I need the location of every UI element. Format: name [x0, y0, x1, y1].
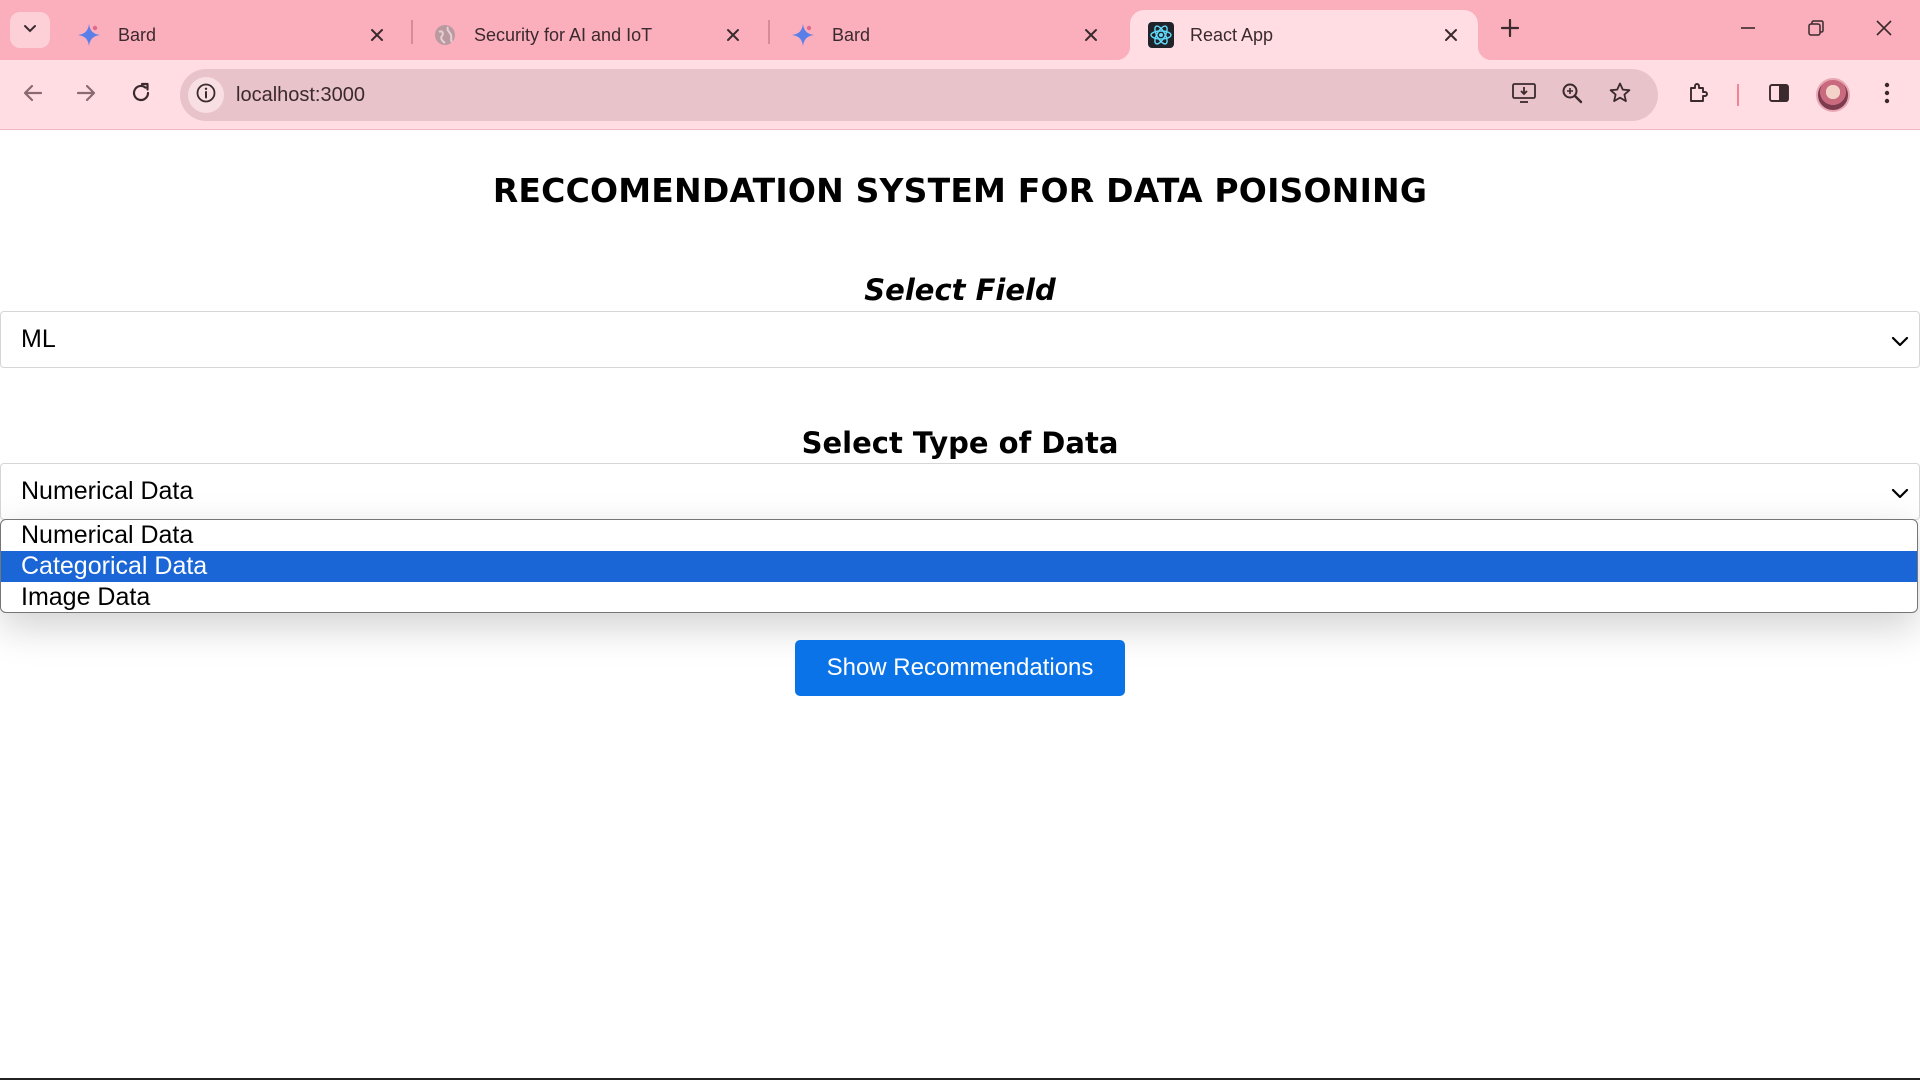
tab-security-ai-iot[interactable]: Security for AI and IoT	[414, 10, 760, 60]
close-icon[interactable]	[1436, 20, 1466, 50]
close-icon[interactable]	[718, 20, 748, 50]
restore-button[interactable]	[1786, 8, 1846, 52]
url-text[interactable]: localhost:3000	[236, 69, 365, 121]
puzzle-icon	[1687, 81, 1711, 110]
menu-button[interactable]	[1866, 74, 1908, 116]
close-icon[interactable]	[1076, 20, 1106, 50]
install-app-button[interactable]	[1506, 77, 1542, 113]
globe-icon	[432, 22, 458, 48]
data-type-dropdown-list: Numerical Data Categorical Data Image Da…	[0, 519, 1918, 613]
data-type-select-value: Numerical Data	[21, 477, 194, 505]
field-select[interactable]: ML	[0, 311, 1920, 368]
star-icon	[1608, 81, 1632, 110]
select-field-label: Select Field	[864, 273, 1056, 307]
page-content: RECCOMENDATION SYSTEM FOR DATA POISONING…	[0, 131, 1920, 1080]
minimize-button[interactable]	[1718, 8, 1778, 52]
site-info-button[interactable]	[188, 77, 224, 113]
minimize-icon	[1739, 19, 1757, 42]
zoom-icon	[1560, 81, 1584, 110]
tab-title: Security for AI and IoT	[474, 24, 653, 45]
page-title: RECCOMENDATION SYSTEM FOR DATA POISONING	[492, 171, 1428, 210]
option-categorical-data[interactable]: Categorical Data	[1, 551, 1917, 582]
bookmark-button[interactable]	[1602, 77, 1638, 113]
install-icon	[1511, 81, 1537, 110]
chevron-down-icon	[22, 20, 38, 41]
back-button[interactable]	[12, 74, 54, 116]
zoom-button[interactable]	[1554, 77, 1590, 113]
tab-bard-2[interactable]: Bard	[772, 10, 1118, 60]
new-tab-button[interactable]	[1492, 12, 1528, 48]
option-image-data[interactable]: Image Data	[1, 582, 1917, 612]
toolbar-divider	[1737, 84, 1739, 106]
close-window-button[interactable]	[1854, 8, 1914, 52]
arrow-left-icon	[22, 82, 44, 109]
side-panel-icon	[1767, 81, 1791, 110]
extensions-button[interactable]	[1678, 74, 1720, 116]
tab-title: React App	[1190, 24, 1274, 45]
chevron-down-icon	[1887, 480, 1913, 506]
tab-search-button[interactable]	[10, 12, 50, 48]
react-icon	[1148, 22, 1174, 48]
bard-sparkle-icon	[76, 22, 102, 48]
tab-bard-1[interactable]: Bard	[58, 10, 404, 60]
option-numerical-data[interactable]: Numerical Data	[1, 520, 1917, 551]
forward-button[interactable]	[65, 74, 107, 116]
reload-icon	[130, 82, 152, 109]
chevron-down-icon	[1887, 328, 1913, 354]
tab-strip: Bard Security for AI and IoT Bard React …	[0, 0, 1920, 60]
tab-react-app[interactable]: React App	[1116, 10, 1492, 60]
tab-title: Bard	[832, 24, 871, 45]
data-type-select[interactable]: Numerical Data	[0, 463, 1920, 520]
plus-icon	[1500, 18, 1520, 43]
close-icon[interactable]	[362, 20, 392, 50]
tab-title: Bard	[118, 24, 157, 45]
arrow-right-icon	[75, 82, 97, 109]
bard-sparkle-icon	[790, 22, 816, 48]
address-bar[interactable]: localhost:3000	[180, 69, 1658, 121]
reload-button[interactable]	[120, 74, 162, 116]
browser-toolbar: localhost:3000	[0, 60, 1920, 130]
show-recommendations-button[interactable]: Show Recommendations	[795, 640, 1125, 696]
field-select-value: ML	[21, 325, 56, 353]
restore-icon	[1807, 19, 1825, 42]
select-type-label: Select Type of Data	[801, 426, 1119, 460]
profile-avatar[interactable]	[1816, 78, 1850, 112]
close-icon	[1875, 19, 1893, 42]
tab-separator	[768, 20, 770, 44]
kebab-menu-icon	[1883, 81, 1891, 110]
info-icon	[195, 82, 217, 109]
tab-separator	[411, 20, 413, 44]
side-panel-button[interactable]	[1758, 74, 1800, 116]
